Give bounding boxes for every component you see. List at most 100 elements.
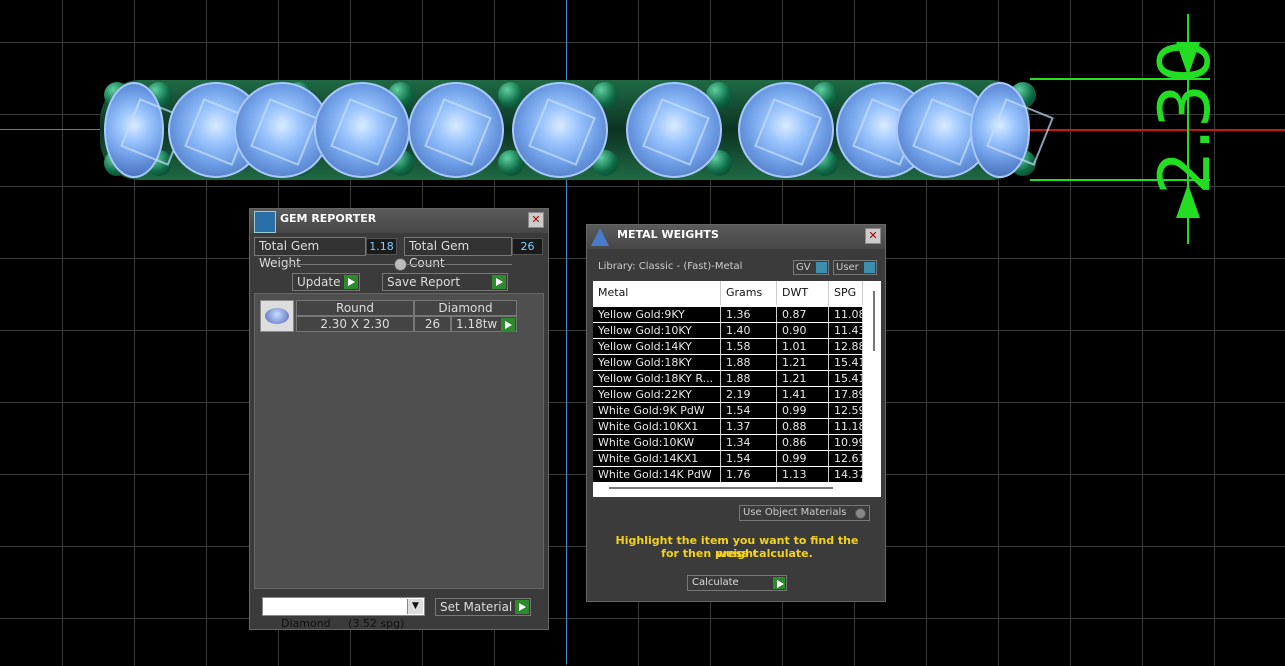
table-cell: 0.87: [777, 307, 829, 322]
play-icon: [515, 600, 529, 614]
table-row[interactable]: White Gold:9K PdW 1.54 0.99 12.59: [593, 403, 863, 418]
close-icon[interactable]: ✕: [528, 212, 544, 228]
radio-icon: [855, 508, 866, 519]
table-cell: 1.88: [721, 371, 777, 386]
table-cell: 11.18: [829, 419, 863, 434]
gem-list[interactable]: Round Diamond 2.30 X 2.30 26 1.18tw: [254, 293, 544, 589]
table-cell: 1.01: [777, 339, 829, 354]
table-cell: Yellow Gold:10KY: [593, 323, 721, 338]
total-gem-count-label: Total Gem Count: [404, 237, 512, 270]
update-button[interactable]: Update: [292, 273, 360, 291]
vertical-scrollbar[interactable]: [873, 291, 875, 351]
gem-reporter-window[interactable]: GEM REPORTER ✕ Total Gem Weight 1.18 Tot…: [249, 208, 549, 630]
gem-reporter-title: GEM REPORTER: [280, 212, 377, 225]
gem-reporter-titlebar[interactable]: GEM REPORTER ✕: [250, 209, 548, 233]
close-icon[interactable]: ✕: [865, 228, 881, 244]
table-cell: Yellow Gold:22KY: [593, 387, 721, 402]
gem-weight-value: 1.18tw: [456, 317, 498, 331]
table-cell: 12.61: [829, 451, 863, 466]
diamond-gem[interactable]: [970, 82, 1030, 178]
metal-weights-window[interactable]: METAL WEIGHTS ✕ Library: Classic - (Fast…: [586, 224, 886, 602]
diamond-gem[interactable]: [738, 82, 834, 178]
gem-thumbnail-icon[interactable]: [260, 300, 294, 332]
table-row[interactable]: Yellow Gold:10KY 1.40 0.90 11.43: [593, 323, 863, 338]
table-cell: 0.99: [777, 403, 829, 418]
material-select-value: Diamond (3.52 spg): [281, 617, 405, 630]
table-cell: 1.54: [721, 451, 777, 466]
table-cell: 1.13: [777, 467, 829, 482]
table-cell: Yellow Gold:18KY: [593, 355, 721, 370]
column-header-spg[interactable]: SPG: [829, 281, 863, 305]
table-cell: 12.88: [829, 339, 863, 354]
table-cell: 12.59: [829, 403, 863, 418]
table-cell: Yellow Gold:14KY: [593, 339, 721, 354]
play-icon: [773, 577, 785, 589]
library-label: Library: Classic - (Fast)-Metal: [598, 261, 743, 272]
table-row[interactable]: White Gold:14K PdW 1.76 1.13 14.37: [593, 467, 863, 482]
table-row[interactable]: White Gold:14KX1 1.54 0.99 12.61: [593, 451, 863, 466]
splitter-handle[interactable]: [394, 258, 407, 271]
column-header-dwt[interactable]: DWT: [777, 281, 829, 305]
table-cell: 0.99: [777, 451, 829, 466]
play-icon: [492, 275, 506, 289]
set-material-button[interactable]: Set Material: [435, 598, 531, 616]
table-row[interactable]: Yellow Gold:22KY 2.19 1.41 17.89: [593, 387, 863, 402]
metal-table[interactable]: Metal Grams DWT SPG Yellow Gold:9KY 1.36 0.87…: [593, 281, 881, 497]
user-label: User: [836, 262, 859, 273]
metal-weights-titlebar[interactable]: METAL WEIGHTS ✕: [587, 225, 885, 249]
user-toggle[interactable]: User: [833, 260, 877, 275]
table-cell: 0.86: [777, 435, 829, 450]
table-row[interactable]: Yellow Gold:9KY 1.36 0.87 11.08: [593, 307, 863, 322]
table-cell: 1.34: [721, 435, 777, 450]
table-cell: 1.40: [721, 323, 777, 338]
diamond-gem[interactable]: [104, 82, 164, 178]
table-cell: White Gold:14KX1: [593, 451, 721, 466]
table-cell: Yellow Gold:18KY R...: [593, 371, 721, 386]
set-material-label: Set Material: [440, 600, 513, 614]
metal-weights-icon: [589, 226, 611, 248]
calculate-button[interactable]: Calculate: [687, 575, 787, 591]
play-icon[interactable]: [501, 318, 515, 332]
use-object-materials-toggle[interactable]: Use Object Materials: [739, 505, 870, 521]
horizontal-scrollbar[interactable]: [609, 487, 833, 489]
gem-weight-cell[interactable]: 1.18tw: [451, 316, 517, 332]
table-cell: 14.37: [829, 467, 863, 482]
chevron-down-icon[interactable]: ▼: [407, 599, 423, 614]
hint-line-2: for then press calculate.: [661, 547, 813, 560]
table-cell: 1.21: [777, 355, 829, 370]
diamond-gem[interactable]: [626, 82, 722, 178]
toggle-icon: [864, 262, 875, 273]
table-row[interactable]: Yellow Gold:18KY R... 1.88 1.21 15.41: [593, 371, 863, 386]
column-header-grams[interactable]: Grams: [721, 281, 777, 305]
table-cell: White Gold:14K PdW: [593, 467, 721, 482]
gem-reporter-icon: [254, 211, 276, 233]
table-cell: 17.89: [829, 387, 863, 402]
table-cell: 1.88: [721, 355, 777, 370]
table-cell: White Gold:9K PdW: [593, 403, 721, 418]
save-report-label: Save Report: [387, 275, 461, 289]
play-icon: [344, 275, 358, 289]
dimension-label: 2.30: [1144, 39, 1226, 195]
table-row[interactable]: Yellow Gold:18KY 1.88 1.21 15.41: [593, 355, 863, 370]
diamond-gem[interactable]: [512, 82, 608, 178]
table-cell: 1.41: [777, 387, 829, 402]
table-row[interactable]: White Gold:10KX1 1.37 0.88 11.18: [593, 419, 863, 434]
table-cell: White Gold:10KW: [593, 435, 721, 450]
table-row[interactable]: Yellow Gold:14KY 1.58 1.01 12.88: [593, 339, 863, 354]
grid-axis-line: [0, 129, 100, 130]
calculate-label: Calculate: [692, 577, 739, 588]
diamond-gem[interactable]: [408, 82, 504, 178]
table-cell: 1.76: [721, 467, 777, 482]
diamond-gem[interactable]: [314, 82, 410, 178]
table-cell: 1.21: [777, 371, 829, 386]
gv-toggle[interactable]: GV: [793, 260, 829, 275]
table-cell: 0.88: [777, 419, 829, 434]
save-report-button[interactable]: Save Report: [382, 273, 508, 291]
gem-count-cell: 26: [414, 316, 451, 332]
table-cell: 1.54: [721, 403, 777, 418]
material-select[interactable]: Diamond (3.52 spg) ▼: [262, 597, 425, 630]
toggle-icon: [816, 262, 827, 273]
column-header-metal[interactable]: Metal: [593, 281, 721, 305]
gem-shape-header: Round: [296, 300, 414, 316]
table-row[interactable]: White Gold:10KW 1.34 0.86 10.99: [593, 435, 863, 450]
